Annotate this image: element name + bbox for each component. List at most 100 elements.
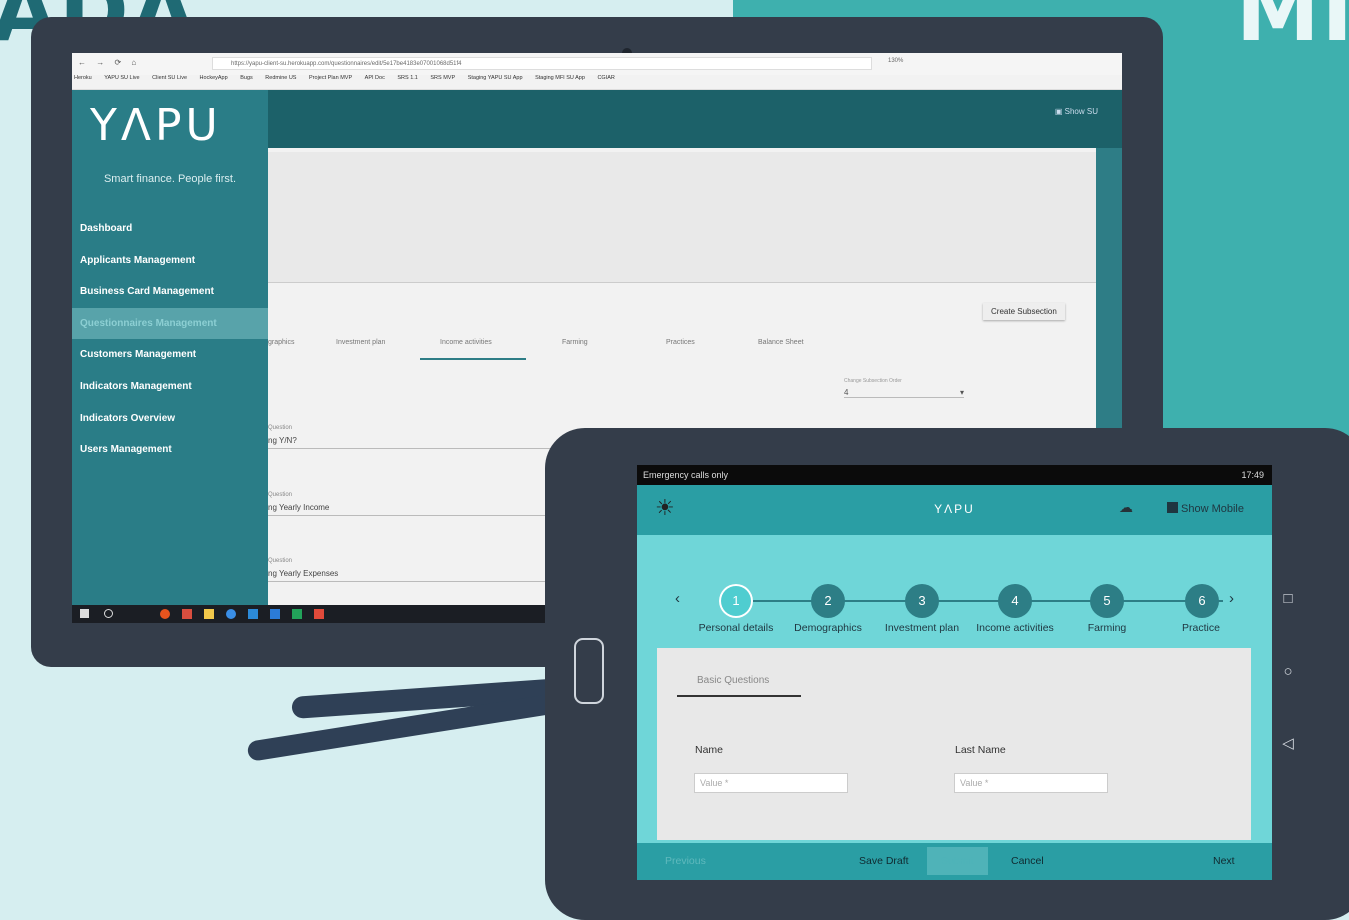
name-field[interactable]: Value * [694,773,848,793]
bookmarks-bar: Heroku YAPU SU Live Client SU Live Hocke… [72,75,1122,90]
app-icon[interactable] [270,609,280,619]
chevron-left-icon[interactable]: ‹ [675,590,680,607]
bookmark[interactable]: HockeyApp [200,75,228,81]
sidebar-item-applicants[interactable]: Applicants Management [72,245,268,277]
active-tab-indicator [420,358,526,360]
chrome-icon[interactable] [226,609,236,619]
search-icon[interactable] [104,609,113,618]
create-subsection-button[interactable]: Create Subsection [983,303,1065,320]
last-name-field[interactable]: Value * [954,773,1108,793]
step-label: Investment plan [884,622,960,634]
bookmark[interactable]: Project Plan MVP [309,75,352,81]
sidebar-item-indicators-overview[interactable]: Indicators Overview [72,403,268,435]
form-card: Basic Questions Name Value * Last Name V… [657,648,1251,840]
last-name-label: Last Name [955,744,1006,756]
tab[interactable]: Income activities [440,339,492,346]
bookmark[interactable]: CGIAR [597,75,614,81]
sidebar-item-customers[interactable]: Customers Management [72,339,268,371]
tab[interactable]: Balance Sheet [758,339,804,346]
field-label: Question [268,492,293,498]
folder-icon[interactable] [204,609,214,619]
app-header: ▣ Show SU [268,90,1122,148]
zoom-level[interactable]: 130% [888,58,903,64]
bookmark[interactable]: YAPU SU Live [104,75,139,81]
cloud-sync-icon[interactable]: ☁ [1119,499,1133,516]
submit-button[interactable]: Submit [927,847,988,875]
user-name: Show SU [1064,107,1098,116]
order-select-label: Change Subsection Order [844,378,902,384]
step-label: Personal details [698,622,774,634]
step-3[interactable]: 3 [905,584,939,618]
user-menu[interactable]: Show Mobile [1167,502,1244,515]
previous-button[interactable]: Previous [665,855,706,867]
banner-right-text: MI [1236,0,1349,60]
bookmark[interactable]: API Doc [365,75,385,81]
name-label: Name [695,744,724,756]
save-draft-button[interactable]: Save Draft [859,855,909,867]
excel-icon[interactable] [292,609,302,619]
sidebar: YΛPU Smart finance. People first. Dashbo… [72,90,268,605]
step-4[interactable]: 4 [998,584,1032,618]
bookmark[interactable]: Client SU Live [152,75,187,81]
sidebar-item-users[interactable]: Users Management [72,434,268,466]
browser-nav-icons[interactable]: ← → ⟳ ⌂ [78,58,140,67]
url-bar[interactable]: https://yapu-client-su.herokuapp.com/que… [212,57,872,70]
status-time: 17:49 [1241,470,1264,480]
yapu-logo: YΛPU [90,100,222,151]
windows-start-icon[interactable] [80,609,89,618]
status-bar: Emergency calls only 17:49 [637,465,1272,485]
recent-apps-icon[interactable]: □ [1276,590,1300,607]
status-carrier: Emergency calls only [643,470,729,480]
tab[interactable]: Farming [562,339,588,346]
questionnaire-stepper: ‹ 1 2 3 4 5 6 › Personal details Demogra… [637,565,1272,645]
app-icon[interactable] [248,609,258,619]
sidebar-menu: Dashboard Applicants Management Business… [72,213,268,466]
tab[interactable]: graphics [268,339,294,346]
sidebar-item-indicators[interactable]: Indicators Management [72,371,268,403]
step-label: Farming [1087,622,1127,634]
app-icon[interactable] [182,609,192,619]
chevron-down-icon: ▾ [959,388,964,397]
order-select-value: 4 [844,388,849,397]
bookmark[interactable]: Staging YAPU SU App [468,75,523,81]
tab[interactable]: Practices [666,339,695,346]
bookmark[interactable]: Heroku [74,75,92,81]
order-select[interactable]: 4 ▾ [844,388,964,398]
pdf-icon[interactable] [314,609,324,619]
home-icon[interactable]: ○ [1276,663,1300,680]
bookmark[interactable]: Redmine US [265,75,296,81]
bookmark[interactable]: Bugs [240,75,253,81]
firefox-icon[interactable] [160,609,170,619]
active-tab-indicator [677,695,801,697]
form-footer: Previous Save Draft Submit Cancel Next [637,843,1272,880]
sidebar-item-business-card[interactable]: Business Card Management [72,276,268,308]
step-6[interactable]: 6 [1185,584,1219,618]
step-2[interactable]: 2 [811,584,845,618]
tablet-home-button[interactable] [574,638,604,704]
step-1[interactable]: 1 [719,584,753,618]
sidebar-item-questionnaires[interactable]: Questionnaires Management [72,307,268,340]
step-5[interactable]: 5 [1090,584,1124,618]
sidebar-item-dashboard[interactable]: Dashboard [72,213,268,245]
mobile-app-bar: ☀ YΛPU ☁ Show Mobile [637,485,1272,535]
user-menu[interactable]: ▣ Show SU [1055,107,1098,116]
tagline: Smart finance. People first. [103,173,237,185]
field-label: Question [268,425,293,431]
tablet-screen: Emergency calls only 17:49 ☀ YΛPU ☁ Show… [637,465,1272,880]
bookmark[interactable]: SRS 1.1 [397,75,417,81]
bookmark[interactable]: SRS MVP [430,75,455,81]
step-label: Demographics [794,622,862,634]
tab-basic-questions[interactable]: Basic Questions [697,675,769,686]
step-label: Income activities [976,622,1054,634]
chevron-right-icon[interactable]: › [1229,590,1234,607]
step-label: Practice [1182,622,1220,634]
field-label: Question [268,558,293,564]
tab[interactable]: Investment plan [336,339,385,346]
cancel-button[interactable]: Cancel [1011,855,1044,867]
bookmark[interactable]: Staging MFI SU App [535,75,585,81]
content-panel [268,152,1096,283]
next-button[interactable]: Next [1213,855,1235,867]
back-icon[interactable]: ◁ [1276,734,1300,752]
user-name: Show Mobile [1181,503,1244,515]
account-icon [1167,502,1178,513]
